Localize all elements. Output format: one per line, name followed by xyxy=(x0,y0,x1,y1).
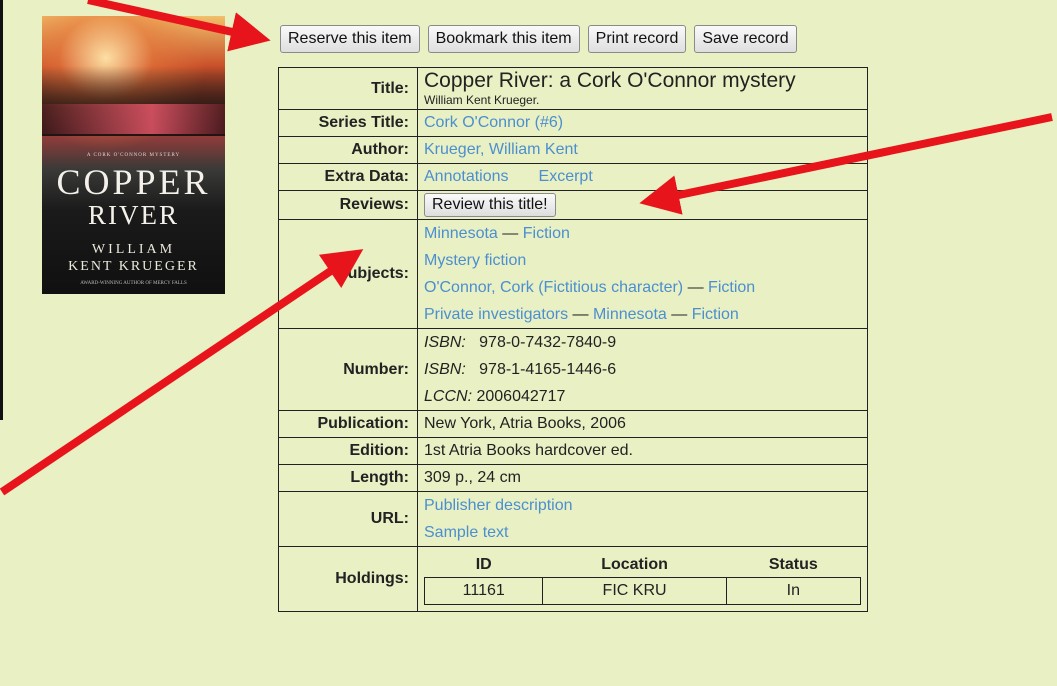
left-edge-bar xyxy=(0,0,3,420)
annotations-link[interactable]: Annotations xyxy=(424,168,509,185)
publication-value: New York, Atria Books, 2006 xyxy=(417,410,868,438)
subject-line: Mystery fiction xyxy=(424,247,861,274)
extra-data-label: Extra Data: xyxy=(278,163,418,191)
subject-line: Minnesota — Fiction xyxy=(424,225,570,242)
cover-author-line2: KENT KRUEGER xyxy=(68,259,199,274)
sample-text-link[interactable]: Sample text xyxy=(424,519,861,546)
title-row: Title: Copper River: a Cork O'Connor mys… xyxy=(278,67,868,110)
subject-link[interactable]: Fiction xyxy=(523,225,570,242)
table-row: 11161 FIC KRU In xyxy=(423,577,862,605)
series-label: Series Title: xyxy=(278,109,418,137)
url-label: URL: xyxy=(278,491,418,547)
reserve-button[interactable]: Reserve this item xyxy=(280,25,420,53)
excerpt-link[interactable]: Excerpt xyxy=(539,168,593,185)
holdings-label: Holdings: xyxy=(278,546,418,612)
record-toolbar: Reserve this item Bookmark this item Pri… xyxy=(280,25,797,53)
reviews-row: Reviews: Review this title! xyxy=(278,190,868,220)
save-record-button[interactable]: Save record xyxy=(694,25,797,53)
url-row: URL: Publisher description Sample text xyxy=(278,491,868,547)
holdings-table: ID Location Status 11161 FIC KRU In xyxy=(423,553,862,605)
publisher-description-link[interactable]: Publisher description xyxy=(424,492,861,519)
title-label: Title: xyxy=(278,67,418,110)
record-table: Title: Copper River: a Cork O'Connor mys… xyxy=(278,67,868,612)
holdings-header-status: Status xyxy=(768,556,818,573)
cover-author-line1: WILLIAM xyxy=(91,242,176,257)
length-row: Length: 309 p., 24 cm xyxy=(278,464,868,492)
subject-link[interactable]: Private investigators xyxy=(424,306,568,323)
publication-label: Publication: xyxy=(278,410,418,438)
series-row: Series Title: Cork O'Connor (#6) xyxy=(278,109,868,137)
record-title: Copper River: a Cork O'Connor mystery xyxy=(424,69,796,92)
subject-link[interactable]: Minnesota xyxy=(593,306,667,323)
print-record-button[interactable]: Print record xyxy=(587,25,687,53)
book-cover-image: A CORK O'CONNOR MYSTERY COPPER RIVER WIL… xyxy=(42,16,225,294)
length-label: Length: xyxy=(278,464,418,492)
subject-link[interactable]: Fiction xyxy=(708,279,755,296)
publication-row: Publication: New York, Atria Books, 2006 xyxy=(278,410,868,438)
reviews-label: Reviews: xyxy=(278,190,418,220)
edition-value: 1st Atria Books hardcover ed. xyxy=(417,437,868,465)
holdings-header-id: ID xyxy=(475,556,492,573)
author-label: Author: xyxy=(278,136,418,164)
cover-series-line: A CORK O'CONNOR MYSTERY xyxy=(86,153,181,158)
number-line: ISBN: 978-0-7432-7840-9 xyxy=(424,334,617,351)
number-line: LCCN: 2006042717 xyxy=(424,388,566,405)
author-link[interactable]: Krueger, William Kent xyxy=(424,141,578,158)
review-title-button[interactable]: Review this title! xyxy=(424,193,556,217)
number-line: ISBN: 978-1-4165-1446-6 xyxy=(424,361,617,378)
edition-label: Edition: xyxy=(278,437,418,465)
record-responsibility: William Kent Krueger. xyxy=(424,93,540,107)
subject-line: O'Connor, Cork (Fictitious character) — … xyxy=(424,279,756,296)
subject-link[interactable]: Minnesota xyxy=(424,225,498,242)
length-value: 309 p., 24 cm xyxy=(417,464,868,492)
edition-row: Edition: 1st Atria Books hardcover ed. xyxy=(278,437,868,465)
subject-link[interactable]: Mystery fiction xyxy=(424,252,526,269)
cover-title-line2: RIVER xyxy=(88,200,179,230)
subjects-label: Subjects: xyxy=(278,219,418,329)
series-link[interactable]: Cork O'Connor (#6) xyxy=(424,114,563,131)
subject-line: Private investigators — Minnesota — Fict… xyxy=(424,306,739,323)
cover-title-line1: COPPER xyxy=(56,162,211,202)
subject-link[interactable]: Fiction xyxy=(692,306,739,323)
cover-award-line: AWARD-WINNING AUTHOR OF MERCY FALLS xyxy=(80,281,187,286)
holdings-row: Holdings: ID Location Status 11161 FIC K… xyxy=(278,546,868,612)
subject-link[interactable]: O'Connor, Cork (Fictitious character) xyxy=(424,279,683,296)
bookmark-button[interactable]: Bookmark this item xyxy=(427,25,580,53)
holding-id: 11161 xyxy=(423,577,544,605)
extra-data-row: Extra Data: Annotations Excerpt xyxy=(278,163,868,191)
number-row: Number: ISBN: 978-0-7432-7840-9 ISBN: 97… xyxy=(278,328,868,411)
holding-status: In xyxy=(725,577,862,605)
holdings-header-location: Location xyxy=(601,556,668,573)
holding-location: FIC KRU xyxy=(542,577,727,605)
author-row: Author: Krueger, William Kent xyxy=(278,136,868,164)
number-label: Number: xyxy=(278,328,418,411)
subjects-row: Subjects: Minnesota — Fiction Mystery fi… xyxy=(278,219,868,329)
